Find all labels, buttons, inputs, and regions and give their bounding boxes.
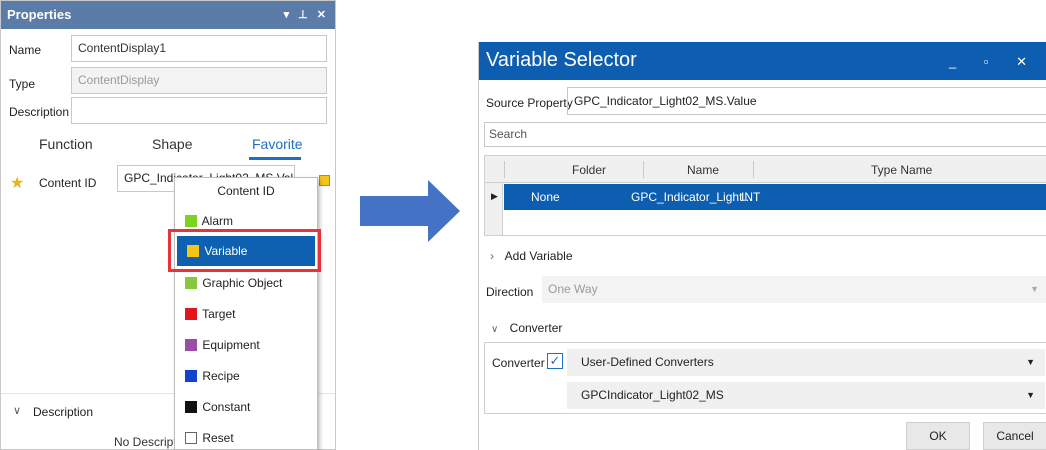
description-section-header[interactable]: Description [33, 405, 93, 419]
name-field[interactable]: ContentDisplay1 [71, 35, 327, 62]
column-header-name[interactable]: Name [687, 163, 719, 177]
converter-type-value: User-Defined Converters [581, 355, 714, 369]
tab-favorite[interactable]: Favorite [252, 136, 303, 152]
tab-function[interactable]: Function [39, 136, 93, 152]
dropdown-arrow-icon: ▼ [1026, 390, 1035, 400]
column-separator [643, 161, 644, 178]
variable-type-icon[interactable] [319, 175, 330, 186]
window-controls[interactable]: _ ▫ ✕ [949, 54, 1039, 70]
dialog-title: Variable Selector [486, 49, 637, 71]
direction-select: One Way ▼ [542, 276, 1046, 303]
converter-value: GPCIndicator_Light02_MS [581, 388, 724, 402]
dropdown-item-label: Equipment [202, 338, 260, 352]
variable-grid: Folder Name Type Name ▶ None GPC_Indicat… [484, 155, 1046, 236]
dropdown-item-graphic-object[interactable]: Graphic Object [175, 268, 317, 298]
active-tab-indicator [249, 157, 301, 160]
converter-checkbox[interactable]: ✓ [547, 353, 563, 369]
dropdown-item-label: Graphic Object [202, 276, 283, 290]
content-id-label: Content ID [39, 176, 97, 190]
ok-button[interactable]: OK [906, 422, 970, 450]
dropdown-item-constant[interactable]: Constant [175, 392, 317, 422]
favorite-star-icon[interactable]: ★ [10, 173, 24, 193]
converter-select[interactable]: GPCIndicator_Light02_MS ▼ [567, 382, 1045, 409]
dropdown-item-target[interactable]: Target [175, 299, 317, 329]
dropdown-item-equipment[interactable]: Equipment [175, 330, 317, 360]
variable-selector-dialog: Variable Selector _ ▫ ✕ Source Property … [478, 42, 1046, 450]
cell-folder: None [531, 190, 560, 204]
cell-name: GPC_Indicator_Light... [631, 190, 753, 204]
converter-label: Converter [492, 356, 545, 370]
name-label: Name [9, 43, 42, 57]
table-row[interactable]: None GPC_Indicator_Light... INT [504, 184, 1046, 210]
no-description-text: No Description [114, 435, 174, 449]
grid-header: Folder Name Type Name [485, 156, 1046, 183]
add-variable-expander[interactable]: › Add Variable [490, 249, 573, 263]
source-property-label: Source Property [486, 96, 573, 110]
column-separator [504, 161, 505, 178]
alarm-color-icon [185, 215, 197, 227]
search-input[interactable]: Search [484, 122, 1046, 147]
dialog-title-bar: Variable Selector _ ▫ ✕ [479, 42, 1046, 80]
converter-section-label: Converter [509, 321, 563, 335]
dropdown-header: Content ID [217, 184, 275, 198]
converter-section-header[interactable]: ∨ Converter [491, 321, 562, 335]
content-id-dropdown: Content ID Alarm Variable Graphic Object… [174, 177, 318, 450]
dropdown-item-label: Constant [202, 400, 251, 414]
dropdown-arrow-icon: ▼ [1030, 284, 1039, 294]
type-field: ContentDisplay [71, 67, 327, 94]
tab-shape[interactable]: Shape [152, 136, 192, 152]
converter-type-select[interactable]: User-Defined Converters ▼ [567, 349, 1045, 376]
cell-type: INT [741, 190, 761, 204]
column-header-folder[interactable]: Folder [572, 163, 606, 177]
cancel-button[interactable]: Cancel [983, 422, 1046, 450]
column-header-type-name[interactable]: Type Name [871, 163, 932, 177]
dropdown-item-recipe[interactable]: Recipe [175, 361, 317, 391]
dropdown-arrow-icon: ▼ [1026, 357, 1035, 367]
graphic-object-color-icon [185, 277, 197, 289]
source-property-field[interactable]: GPC_Indicator_Light02_MS.Value [567, 87, 1046, 115]
properties-title-bar: Properties ▾ ⊥ ✕ [1, 1, 335, 29]
chevron-down-icon: ∨ [491, 324, 499, 335]
dropdown-item-label: Recipe [202, 369, 240, 383]
reset-color-icon [185, 432, 197, 444]
chevron-down-icon[interactable]: ∨ [13, 404, 21, 417]
converter-panel: Converter ✓ User-Defined Converters ▼ GP… [484, 342, 1046, 414]
constant-color-icon [185, 401, 197, 413]
row-pointer-icon: ▶ [491, 191, 498, 201]
direction-value: One Way [548, 282, 598, 296]
column-separator [753, 161, 754, 178]
add-variable-label: Add Variable [504, 249, 573, 263]
properties-title: Properties [7, 7, 72, 22]
highlight-box [168, 229, 321, 272]
dropdown-item-label: Reset [202, 431, 234, 445]
right-arrow-icon [360, 180, 460, 242]
equipment-color-icon [185, 339, 197, 351]
type-label: Type [9, 77, 36, 91]
target-color-icon [185, 308, 197, 320]
description-label: Description [9, 105, 70, 119]
recipe-color-icon [185, 370, 197, 382]
description-field[interactable] [71, 97, 327, 124]
direction-label: Direction [486, 285, 534, 299]
dropdown-item-label: Target [202, 307, 236, 321]
dropdown-item-reset[interactable]: Reset [175, 423, 317, 450]
dropdown-item-label: Alarm [201, 214, 234, 228]
pin-close-icons[interactable]: ▾ ⊥ ✕ [284, 1, 329, 29]
chevron-right-icon: › [490, 249, 494, 263]
